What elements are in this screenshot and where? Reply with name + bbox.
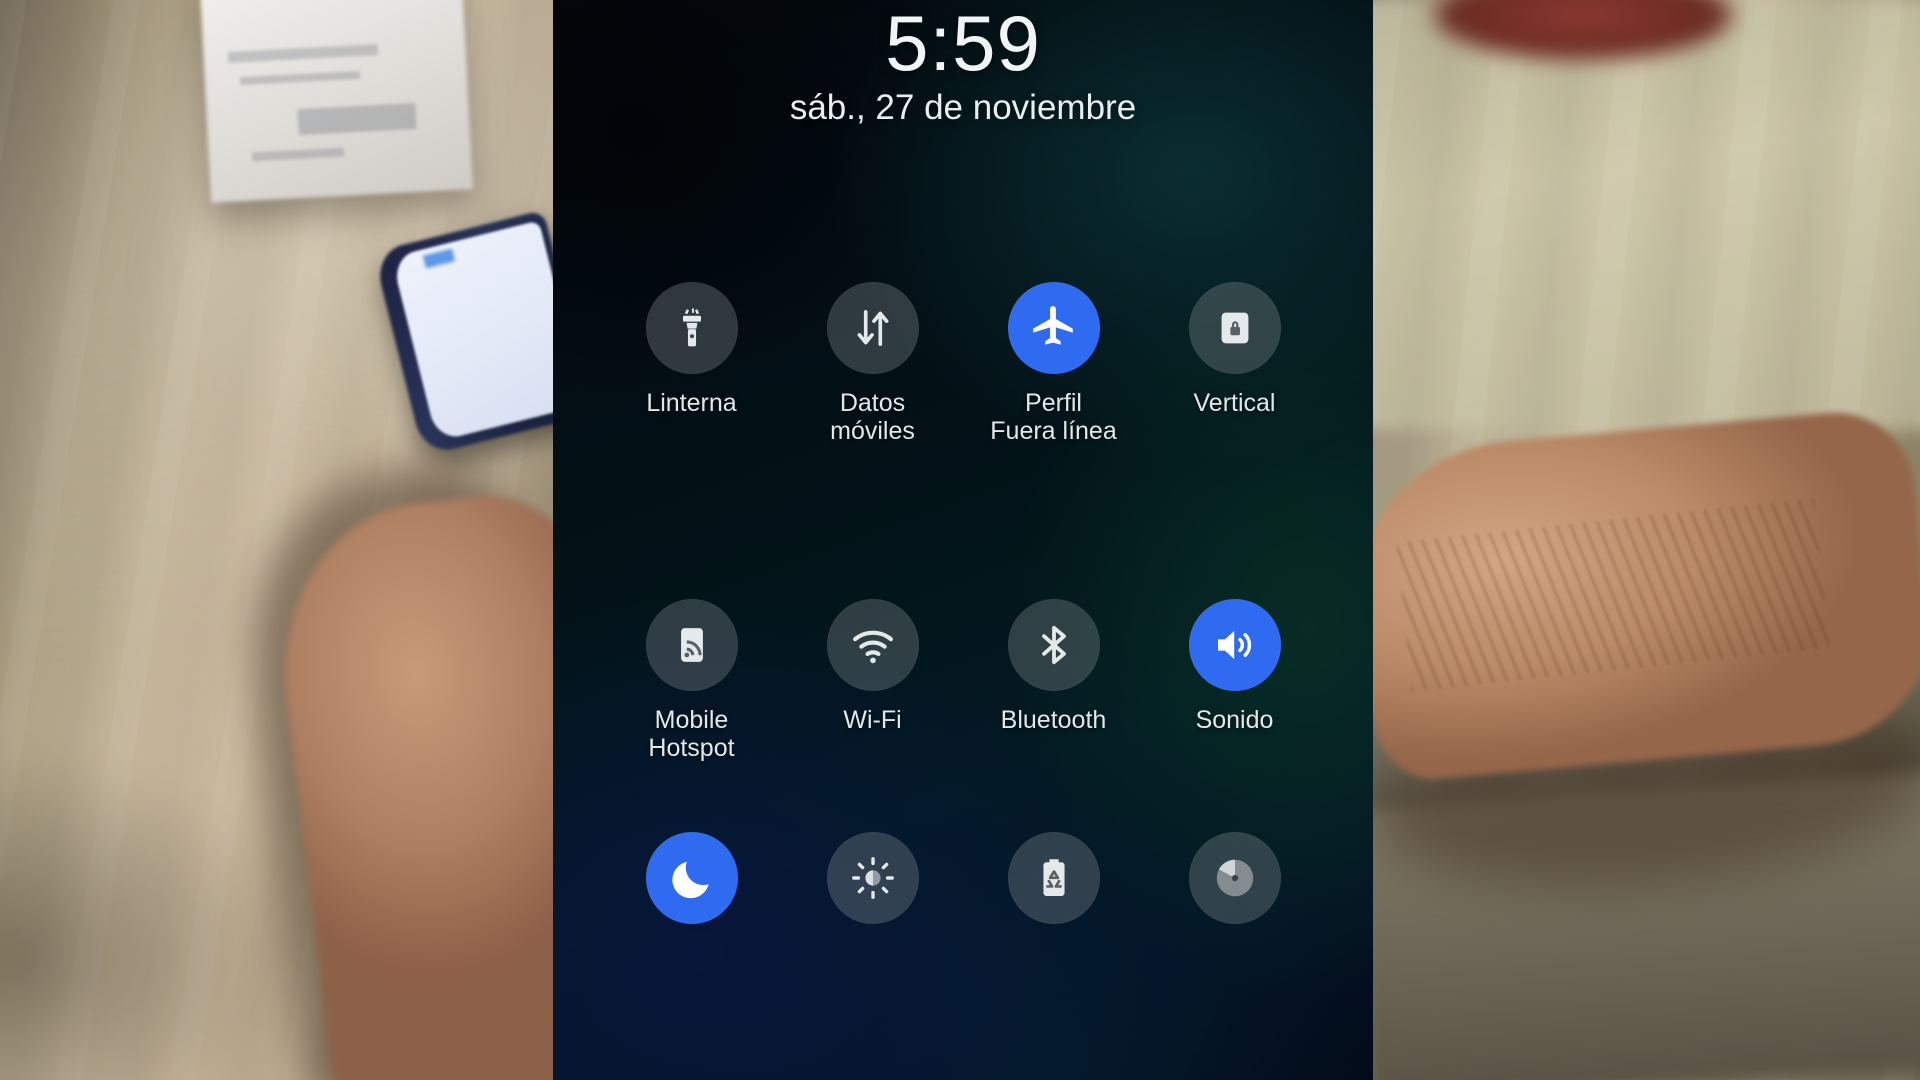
- tile-vertical-button[interactable]: [1188, 281, 1281, 374]
- do-not-disturb-moon-icon: [671, 861, 709, 898]
- tile-wifi-label: Wi-Fi: [843, 705, 902, 734]
- tile-datos-moviles[interactable]: Datos móviles: [782, 281, 963, 445]
- tile-linterna-button[interactable]: [645, 281, 738, 374]
- rotation-lock-icon: [1221, 312, 1248, 343]
- quick-settings-row-2: Mobile Hotspot Wi-Fi Bluetooth Sonido: [553, 598, 1373, 762]
- data-usage-icon: [1216, 859, 1253, 896]
- screenshot-stage: 5:59 sáb., 27 de noviembre Linterna Dato…: [0, 0, 1920, 1080]
- tile-vertical[interactable]: Vertical: [1144, 281, 1325, 445]
- battery-saver-icon: [1042, 858, 1065, 896]
- tile-perfil-fuera-linea[interactable]: Perfil Fuera línea: [963, 281, 1144, 445]
- tile-auto-brightness[interactable]: [782, 831, 963, 939]
- tile-perfil-fuera-linea-label: Perfil Fuera línea: [990, 388, 1117, 445]
- tile-bluetooth-button[interactable]: [1007, 598, 1100, 691]
- airplane-mode-icon: [1032, 305, 1073, 345]
- tile-sonido[interactable]: Sonido: [1144, 598, 1325, 762]
- left-background-photo: [0, 0, 553, 1080]
- quick-settings-row-1: Linterna Datos móviles Perfil Fuera líne…: [553, 281, 1373, 445]
- tile-data-usage-button[interactable]: [1188, 831, 1281, 924]
- flashlight-icon: [682, 307, 701, 346]
- mobile-data-icon: [857, 309, 888, 346]
- tile-mobile-hotspot-label: Mobile Hotspot: [648, 705, 735, 762]
- tile-mobile-hotspot-button[interactable]: [645, 598, 738, 691]
- tile-mobile-hotspot[interactable]: Mobile Hotspot: [601, 598, 782, 762]
- tile-auto-brightness-button[interactable]: [826, 831, 919, 924]
- tile-linterna[interactable]: Linterna: [601, 281, 782, 445]
- tile-datos-moviles-button[interactable]: [826, 281, 919, 374]
- auto-brightness-icon: [851, 856, 894, 899]
- tile-wifi-button[interactable]: [826, 598, 919, 691]
- lockscreen-clock: 5:59: [885, 0, 1041, 87]
- tile-do-not-disturb-button[interactable]: [645, 831, 738, 924]
- tile-linterna-label: Linterna: [646, 388, 737, 417]
- tile-battery-saver-button[interactable]: [1007, 831, 1100, 924]
- tile-sonido-button[interactable]: [1188, 598, 1281, 691]
- tile-bluetooth[interactable]: Bluetooth: [963, 598, 1144, 762]
- quick-settings-row-3: [553, 831, 1373, 939]
- tile-datos-moviles-label: Datos móviles: [830, 388, 915, 445]
- tile-sonido-label: Sonido: [1195, 705, 1274, 734]
- right-background-photo: [1373, 0, 1920, 1080]
- tile-data-usage[interactable]: [1144, 831, 1325, 939]
- tile-battery-saver[interactable]: [963, 831, 1144, 939]
- bluetooth-icon: [1041, 625, 1066, 664]
- sound-icon: [1217, 630, 1251, 659]
- tile-do-not-disturb[interactable]: [601, 831, 782, 939]
- tile-wifi[interactable]: Wi-Fi: [782, 598, 963, 762]
- tile-vertical-label: Vertical: [1193, 388, 1276, 417]
- quick-settings-panel: 5:59 sáb., 27 de noviembre Linterna Dato…: [553, 0, 1373, 1080]
- hotspot-icon: [680, 627, 703, 662]
- lockscreen-date: sáb., 27 de noviembre: [789, 87, 1137, 127]
- tile-perfil-fuera-linea-button[interactable]: [1007, 281, 1100, 374]
- tile-bluetooth-label: Bluetooth: [1000, 705, 1107, 734]
- product-box: [199, 0, 473, 203]
- wifi-icon: [852, 630, 893, 663]
